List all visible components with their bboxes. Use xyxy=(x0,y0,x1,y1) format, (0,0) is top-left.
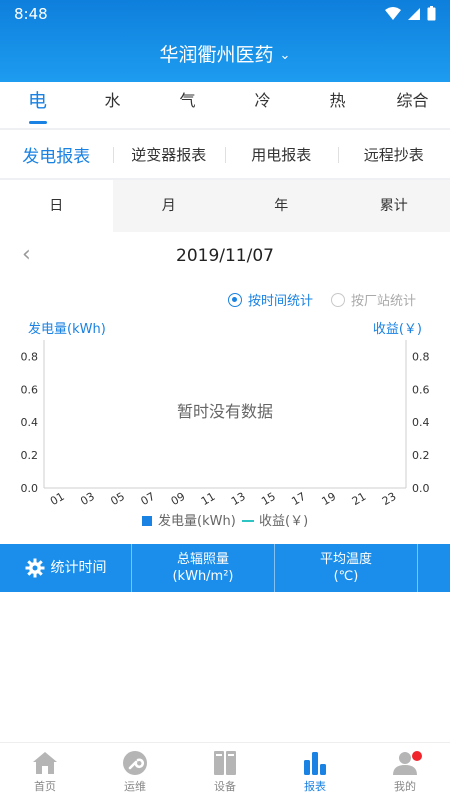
nav-label: 报表 xyxy=(304,779,326,793)
x-tick-label: 19 xyxy=(320,490,339,508)
nav-devices[interactable]: 设备 xyxy=(180,743,270,800)
nav-label: 运维 xyxy=(124,779,146,793)
nav-profile[interactable]: 我的 xyxy=(360,743,450,800)
summary-col-unit: (kWh/m²) xyxy=(172,569,234,584)
home-icon xyxy=(32,750,58,776)
summary-col-unit: (℃) xyxy=(333,569,359,584)
report-type-tabs: 发电报表 逆变器报表 用电报表 远程抄表 xyxy=(0,130,450,178)
y-tick-right: 0.6 xyxy=(412,383,430,396)
summary-header: 统计时间 总辐照量 (kWh/m²) 平均温度 (℃) xyxy=(0,544,450,592)
x-tick-label: 01 xyxy=(48,490,67,508)
wifi-icon xyxy=(385,6,401,20)
nav-label: 设备 xyxy=(214,779,236,793)
radio-by-time[interactable]: 按时间统计 xyxy=(227,290,313,309)
x-tick-label: 15 xyxy=(259,490,278,508)
nav-home[interactable]: 首页 xyxy=(0,743,90,800)
x-tick-label: 13 xyxy=(229,490,248,508)
station-selector[interactable]: 华润衢州医药 ⌄ xyxy=(0,40,450,67)
date-value[interactable]: 2019/11/07 xyxy=(0,246,450,266)
period-tabs: 日 月 年 累计 xyxy=(0,180,450,232)
wrench-icon xyxy=(122,750,148,776)
legend-label-revenue: 收益(￥) xyxy=(259,514,308,529)
radio-checked-icon xyxy=(227,292,242,307)
legend-label-generation: 发电量(kWh) xyxy=(158,513,236,529)
tab-heating[interactable]: 热 xyxy=(300,82,375,128)
summary-col-label: 总辐照量 xyxy=(176,552,229,567)
tab-remote-meter[interactable]: 远程抄表 xyxy=(337,144,450,165)
x-tick-label: 17 xyxy=(289,490,308,508)
x-tick-label: 21 xyxy=(350,490,369,508)
tab-month[interactable]: 月 xyxy=(113,180,226,232)
y-axis-left-title: 发电量(kWh) xyxy=(28,322,106,337)
energy-type-tabs: 电 水 气 冷 热 综合 xyxy=(0,82,450,128)
radio-by-station[interactable]: 按厂站统计 xyxy=(330,290,416,309)
y-tick-right: 0.2 xyxy=(412,449,430,462)
report-icon xyxy=(302,750,328,776)
empty-chart-message: 暂时没有数据 xyxy=(177,402,273,421)
x-tick-label: 03 xyxy=(78,490,97,508)
summary-col-label: 统计时间 xyxy=(50,559,107,576)
radio-label: 按厂站统计 xyxy=(350,294,416,309)
x-tick-label: 11 xyxy=(199,490,218,508)
y-tick-right: 0.0 xyxy=(412,482,430,495)
stat-mode-group: 按时间统计 按厂站统计 xyxy=(227,290,416,309)
nav-maintenance[interactable]: 运维 xyxy=(90,743,180,800)
y-tick-right: 0.8 xyxy=(412,350,430,363)
y-tick-left: 0.2 xyxy=(21,449,39,462)
status-time: 8:48 xyxy=(14,5,48,23)
bottom-nav: 首页 运维 设备 报表 我的 xyxy=(0,742,450,800)
tab-gas[interactable]: 气 xyxy=(150,82,225,128)
tab-year[interactable]: 年 xyxy=(225,180,338,232)
tab-cumulative[interactable]: 累计 xyxy=(338,180,450,232)
x-tick-label: 07 xyxy=(139,490,158,508)
x-tick-label: 09 xyxy=(169,490,188,508)
status-icons xyxy=(385,6,436,21)
tab-water[interactable]: 水 xyxy=(75,82,150,128)
generation-chart: 0.0 0.2 0.4 0.6 0.8 0.0 0.2 0.4 0.6 0.8 01 03 05 07 09… xyxy=(21,340,430,529)
date-selector: ‹ 2019/11/07 xyxy=(0,240,450,274)
tab-cooling[interactable]: 冷 xyxy=(225,82,300,128)
summary-stat-time: 统计时间 xyxy=(0,544,131,592)
tab-comprehensive[interactable]: 综合 xyxy=(375,82,450,128)
tab-day[interactable]: 日 xyxy=(0,180,113,232)
tab-generation-report[interactable]: 发电报表 xyxy=(0,142,113,167)
device-icon xyxy=(212,750,238,776)
summary-col-label: 平均温度 xyxy=(319,552,372,567)
y-tick-left: 0.6 xyxy=(21,383,39,396)
chevron-down-icon: ⌄ xyxy=(279,48,291,63)
summary-irradiance: 总辐照量 (kWh/m²) xyxy=(131,544,274,592)
gear-icon[interactable] xyxy=(25,558,45,578)
x-tick-label: 05 xyxy=(108,490,127,508)
nav-label: 首页 xyxy=(34,779,56,793)
x-tick-label: 23 xyxy=(380,490,399,508)
radio-unchecked-icon xyxy=(330,292,345,307)
tab-electricity[interactable]: 电 xyxy=(0,82,75,128)
nav-reports[interactable]: 报表 xyxy=(270,743,360,800)
nav-label: 我的 xyxy=(394,779,416,793)
tab-consumption-report[interactable]: 用电报表 xyxy=(225,144,338,165)
summary-more xyxy=(417,544,450,592)
station-title: 华润衢州医药 xyxy=(159,44,274,66)
y-tick-left: 0.8 xyxy=(21,350,39,363)
notification-badge xyxy=(412,751,422,761)
y-tick-left: 0.4 xyxy=(21,416,39,429)
y-tick-right: 0.4 xyxy=(412,416,430,429)
header: 8:48 华润衢州医药 ⌄ xyxy=(0,0,450,82)
signal-icon xyxy=(408,7,420,20)
y-axis-right-title: 收益(￥) xyxy=(372,322,422,337)
y-tick-left: 0.0 xyxy=(21,482,39,495)
tab-inverter-report[interactable]: 逆变器报表 xyxy=(112,144,226,165)
status-bar: 8:48 xyxy=(0,0,450,28)
summary-avg-temp: 平均温度 (℃) xyxy=(274,544,417,592)
legend-swatch-generation xyxy=(142,516,152,526)
battery-icon xyxy=(427,6,436,21)
radio-label: 按时间统计 xyxy=(247,294,313,309)
